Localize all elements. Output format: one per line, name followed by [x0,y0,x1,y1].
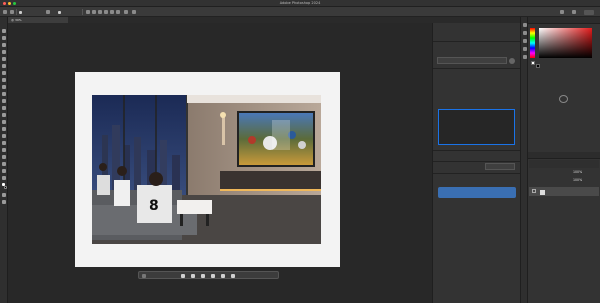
title-bar: Adobe Photoshop 2024 [0,0,600,7]
style-dropdown[interactable] [437,57,507,64]
drag-handle-icon[interactable] [142,274,146,278]
rectangle-tool-icon[interactable] [2,155,6,159]
model-badge[interactable] [489,47,517,53]
foreground-swatch[interactable] [531,61,535,65]
align-top-icon[interactable] [104,10,108,14]
align-left-icon[interactable] [86,10,90,14]
adjustments-icon[interactable] [523,47,527,51]
zoom-tool-icon[interactable] [2,169,6,173]
fill-icon[interactable] [211,274,215,278]
properties-icon[interactable] [523,31,527,35]
history-icon[interactable] [523,23,527,27]
clone-stamp-tool-icon[interactable] [2,92,6,96]
expand-icon[interactable] [191,274,195,278]
brush-icon[interactable] [181,274,185,278]
prompt-section-label [437,71,517,77]
history-brush-tool-icon[interactable] [2,99,6,103]
generative-panel [432,23,521,303]
align-bottom-icon[interactable] [116,10,120,14]
generate-button[interactable] [438,187,516,198]
lasso-tool-icon[interactable] [2,43,6,47]
layer-thumbnail [540,189,546,195]
tools-panel [0,17,8,303]
photo-illustration: 8 [92,95,321,244]
marquee-tool-icon[interactable] [2,36,6,40]
advanced-label[interactable] [437,175,517,181]
move-tool-icon[interactable] [2,29,6,33]
path-selection-tool-icon[interactable] [2,148,6,152]
layer-row[interactable] [529,187,599,196]
color-picker-field[interactable] [539,28,592,58]
search-icon[interactable] [560,10,564,14]
eraser-tool-icon[interactable] [2,106,6,110]
share-button[interactable] [584,9,594,15]
quick-mask-icon[interactable] [2,193,6,197]
panel-header [437,26,517,32]
home-icon[interactable] [3,10,7,14]
more-options-icon[interactable] [124,10,128,14]
layer-mode-row: 100% [529,168,599,176]
options-bar [0,7,600,17]
object-select-tool-icon[interactable] [2,50,6,54]
layer-select-dropdown[interactable] [46,10,50,14]
crop-tool-icon[interactable] [2,57,6,61]
3d-mode-icon[interactable] [132,10,136,14]
type-tool-icon[interactable] [2,141,6,145]
more-tools-icon[interactable] [2,176,6,180]
eyedropper-tool-icon[interactable] [2,71,6,75]
background-swatch[interactable] [536,64,540,68]
actions-icon[interactable] [523,55,527,59]
transform-controls-checkbox[interactable] [58,10,61,14]
blur-tool-icon[interactable] [2,120,6,124]
prompt-textarea[interactable] [438,109,515,145]
healing-brush-tool-icon[interactable] [2,78,6,82]
libraries-icon[interactable] [523,39,527,43]
fill-value[interactable]: 100% [573,178,582,182]
prompt-tab-describe[interactable] [437,81,453,87]
contextual-task-bar [138,271,279,279]
settings-icon[interactable] [509,58,515,64]
background-color-swatch[interactable] [4,186,7,189]
frame-tool-icon[interactable] [2,64,6,68]
prompt-tab-examples[interactable] [455,81,471,87]
panel-icon-strip [520,17,528,303]
pen-tool-icon[interactable] [2,134,6,138]
screen-mode-icon[interactable] [2,200,6,204]
more-icon[interactable] [231,274,235,278]
hand-tool-icon[interactable] [2,162,6,166]
reference-value[interactable] [493,153,517,159]
align-right-icon[interactable] [98,10,102,14]
quantity-dropdown[interactable] [485,163,515,170]
opacity-value[interactable]: 100% [573,170,582,174]
adjust-icon[interactable] [221,274,225,278]
crop-icon[interactable] [201,274,205,278]
living-room-photo[interactable]: 8 [92,95,321,244]
layers-tabs [528,152,600,159]
dodge-tool-icon[interactable] [2,127,6,131]
align-center-icon[interactable] [92,10,96,14]
visibility-eye-icon[interactable] [532,189,536,193]
layer-fill-row: 100% [529,176,599,184]
app-title: Adobe Photoshop 2024 [279,1,321,5]
auto-select-checkbox[interactable] [19,10,22,14]
move-tool-icon[interactable] [10,10,14,14]
align-middle-icon[interactable] [110,10,114,14]
brush-tool-icon[interactable] [2,85,6,89]
color-tabs [528,17,600,24]
hue-slider[interactable] [530,28,535,58]
svg-text:8: 8 [149,198,159,214]
creative-cloud-icon [559,95,568,103]
layer-filter-row [529,160,599,168]
gradient-tool-icon[interactable] [2,113,6,117]
workspace-icon[interactable] [572,10,576,14]
